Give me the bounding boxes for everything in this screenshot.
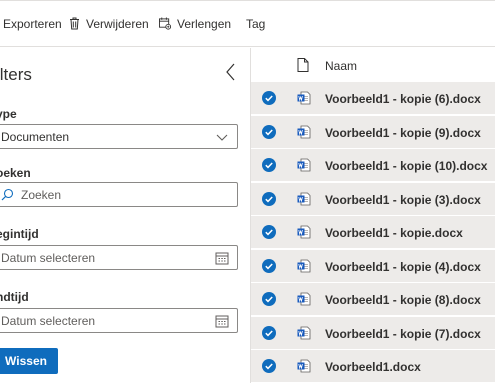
checkmark-circle-icon[interactable]	[262, 91, 276, 105]
delete-button[interactable]: Verwijderen	[68, 1, 149, 46]
file-name[interactable]: Voorbeeld1 - kopie (7).docx	[325, 327, 481, 341]
word-file-icon	[297, 158, 311, 172]
file-name[interactable]: Voorbeeld1 - kopie (6).docx	[325, 92, 481, 106]
file-row[interactable]: Voorbeeld1 - kopie.docx	[251, 216, 495, 249]
filters-title: ilters	[0, 65, 32, 84]
start-date-picker[interactable]: Datum selecteren	[0, 245, 238, 270]
delete-label: Verwijderen	[86, 16, 149, 31]
file-row[interactable]: Voorbeeld1 - kopie (7).docx	[251, 316, 495, 350]
type-dropdown[interactable]: Documenten	[0, 124, 238, 149]
export-label: Exporteren	[3, 16, 62, 31]
command-bar: Exporteren Verwijderen Verlengen Tag	[0, 0, 495, 47]
document-icon	[297, 58, 309, 72]
file-name[interactable]: Voorbeeld1 - kopie (8).docx	[325, 293, 481, 307]
calendar-icon	[215, 251, 229, 265]
extend-label: Verlengen	[177, 16, 232, 31]
file-name[interactable]: Voorbeeld1 - kopie (4).docx	[325, 260, 481, 274]
calendar-icon	[215, 314, 229, 328]
word-file-icon	[297, 259, 311, 273]
word-file-icon	[297, 192, 311, 206]
list-header: Naam	[251, 48, 495, 82]
file-name[interactable]: Voorbeeld1 - kopie (9).docx	[325, 126, 481, 140]
end-time-label: ndtijd	[0, 290, 29, 304]
checkmark-circle-icon[interactable]	[262, 158, 276, 172]
word-file-icon	[297, 326, 311, 340]
file-row[interactable]: Voorbeeld1 - kopie (4).docx	[251, 249, 495, 283]
file-row[interactable]: Voorbeeld1 - kopie (6).docx	[251, 82, 495, 115]
checkmark-circle-icon[interactable]	[262, 124, 276, 139]
file-row[interactable]: Voorbeeld1 - kopie (10).docx	[251, 149, 495, 182]
extend-button[interactable]: Verlengen	[159, 1, 231, 46]
word-file-icon	[297, 225, 311, 239]
file-row[interactable]: Voorbeeld1 - kopie (8).docx	[251, 283, 495, 316]
tag-button[interactable]: Tag	[246, 1, 265, 46]
search-label: oeken	[0, 166, 31, 180]
type-label: ype	[0, 107, 17, 121]
word-file-icon	[297, 125, 311, 139]
word-file-icon	[297, 292, 311, 306]
word-file-icon	[297, 359, 311, 373]
file-name[interactable]: Voorbeeld1 - kopie (10).docx	[325, 159, 487, 173]
clear-button[interactable]: Wissen	[0, 348, 58, 374]
checkmark-circle-icon[interactable]	[262, 225, 276, 239]
checkmark-circle-icon[interactable]	[262, 359, 276, 373]
file-row[interactable]: Voorbeeld1 - kopie (3).docx	[251, 182, 495, 216]
search-icon	[1, 188, 15, 202]
file-name[interactable]: Voorbeeld1 - kopie.docx	[325, 226, 463, 240]
tag-label: Tag	[246, 16, 266, 31]
file-list: Naam Voorbeeld1 - kopie (6).docx Voorbeel…	[251, 48, 495, 383]
file-row[interactable]: Voorbeeld1.docx	[251, 350, 495, 383]
end-date-picker[interactable]: Datum selecteren	[0, 308, 238, 333]
checkmark-circle-icon[interactable]	[262, 325, 276, 340]
file-row[interactable]: Voorbeeld1 - kopie (9).docx	[251, 115, 495, 149]
name-column-header[interactable]: Naam	[325, 59, 357, 73]
file-name[interactable]: Voorbeeld1 - kopie (3).docx	[325, 193, 481, 207]
chevron-down-icon	[215, 130, 229, 144]
end-date-placeholder: Datum selecteren	[1, 313, 96, 328]
search-input[interactable]: Zoeken	[0, 182, 238, 207]
chevron-left-icon[interactable]	[224, 63, 238, 81]
export-button[interactable]: Exporteren	[0, 1, 62, 46]
search-placeholder: Zoeken	[21, 187, 62, 202]
start-time-label: egintijd	[0, 227, 39, 241]
file-name[interactable]: Voorbeeld1.docx	[325, 360, 421, 374]
calendar-extend-icon	[159, 17, 171, 31]
checkmark-circle-icon[interactable]	[262, 191, 276, 206]
trash-icon	[68, 17, 80, 31]
start-date-placeholder: Datum selecteren	[1, 250, 96, 265]
type-value: Documenten	[1, 129, 70, 144]
checkmark-circle-icon[interactable]	[262, 258, 276, 273]
filters-panel: ilters ype Documenten oeken Zoeken egint…	[0, 48, 251, 383]
word-file-icon	[297, 91, 311, 105]
checkmark-circle-icon[interactable]	[262, 292, 276, 306]
